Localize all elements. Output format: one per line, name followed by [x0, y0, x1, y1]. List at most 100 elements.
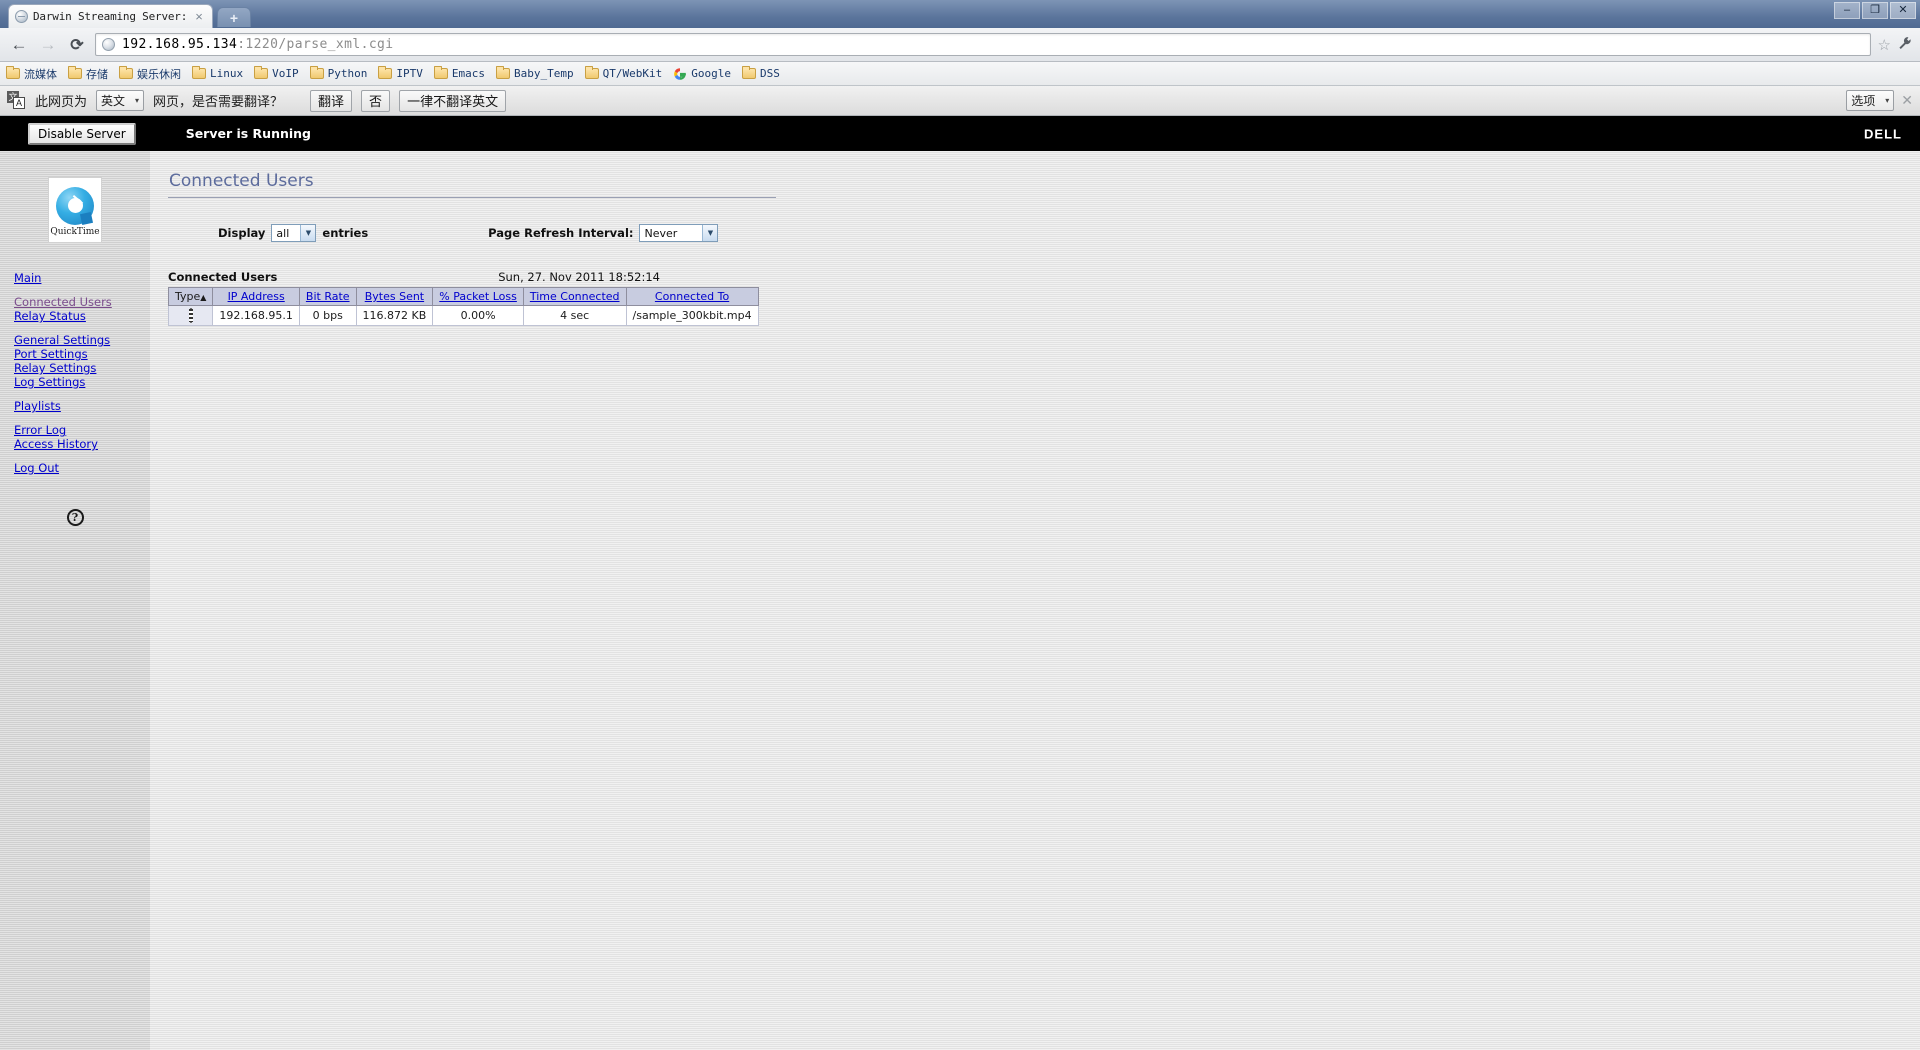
chevron-down-icon: ▼ [300, 225, 316, 241]
url-path: :1220/parse_xml.cgi [237, 37, 394, 52]
folder-icon [309, 66, 324, 79]
bookmark-item[interactable]: VoIP [254, 66, 299, 80]
sidebar-item-relay-settings[interactable]: Relay Settings [14, 361, 150, 375]
infobar-right-group: 选项 ▾ ✕ [1846, 90, 1913, 111]
sidebar: QuickTime Main Connected Users Relay Sta… [0, 151, 150, 1050]
translate-infobar: 文 A 此网页为 英文 ▾ 网页，是否需要翻译？ 翻译 否 一律不翻译英文 选项… [0, 86, 1920, 116]
bookmark-item[interactable]: Baby_Temp [496, 66, 574, 80]
bookmark-item[interactable]: 存储 [68, 66, 108, 82]
sidebar-item-log-out[interactable]: Log Out [14, 461, 150, 475]
sidebar-item-relay-status[interactable]: Relay Status [14, 309, 150, 323]
new-tab-button[interactable]: + [217, 7, 251, 27]
chevron-down-icon: ▾ [1885, 96, 1890, 105]
sidebar-item-connected-users[interactable]: Connected Users [14, 295, 150, 309]
sidebar-item-access-history[interactable]: Access History [14, 437, 150, 451]
sidebar-nav: Main Connected Users Relay Status Genera… [0, 271, 150, 475]
controls-row: Display all ▼ entries Page Refresh Inter… [218, 224, 1920, 242]
never-translate-button[interactable]: 一律不翻译英文 [399, 89, 507, 112]
bookmark-item[interactable]: DSS [741, 66, 780, 80]
refresh-interval-select[interactable]: Never ▼ [639, 224, 719, 242]
bookmark-item[interactable]: IPTV [378, 66, 423, 80]
quicktime-logo-text: QuickTime [50, 226, 100, 237]
address-bar-url: 192.168.95.134:1220/parse_xml.cgi [122, 37, 394, 52]
folder-icon [68, 66, 82, 79]
maximize-button[interactable]: ❐ [1862, 2, 1888, 19]
page-title: Connected Users [169, 171, 314, 191]
window-close-button[interactable]: ✕ [1890, 2, 1916, 19]
bookmark-label: 娱乐休闲 [137, 67, 181, 81]
cell-bit-rate: 0 bps [298, 305, 357, 326]
column-label: Type [175, 290, 201, 303]
sidebar-item-port-settings[interactable]: Port Settings [14, 347, 150, 361]
url-host: 192.168.95.134 [122, 37, 238, 52]
sidebar-item-error-log[interactable]: Error Log [14, 423, 150, 437]
folder-icon [192, 66, 206, 79]
column-header-bytes-sent[interactable]: Bytes Sent [355, 287, 434, 306]
bookmark-label: QT/WebKit [602, 67, 663, 80]
sidebar-item-playlists[interactable]: Playlists [14, 399, 150, 413]
bookmark-label: Linux [210, 67, 244, 80]
translate-prompt-after: 网页，是否需要翻译？ [153, 95, 284, 110]
column-header-packet-loss[interactable]: % Packet Loss [432, 287, 524, 306]
cell-type [167, 305, 214, 326]
decline-translate-button[interactable]: 否 [361, 89, 391, 112]
quicktime-q-icon [56, 186, 94, 225]
minimize-button[interactable]: – [1834, 2, 1860, 19]
translate-options-button[interactable]: 选项 ▾ [1846, 90, 1895, 111]
column-header-type[interactable]: Type▲ [167, 287, 214, 306]
table-row: 192.168.95.1 0 bps 116.872 KB 0.00% 4 se… [167, 305, 759, 326]
bookmark-item[interactable]: Python [309, 66, 367, 80]
reload-icon[interactable]: ⟳ [66, 34, 88, 56]
bookmark-item[interactable]: Linux [192, 66, 244, 80]
bookmark-item[interactable]: 流媒体 [6, 66, 57, 82]
table-header-row: Type▲ IP Address Bit Rate Bytes Sent % P… [167, 287, 759, 306]
window-controls: – ❐ ✕ [1834, 2, 1916, 19]
folder-icon [584, 66, 599, 79]
bookmark-label: Baby_Temp [514, 67, 574, 80]
column-header-time-connected[interactable]: Time Connected [522, 287, 627, 306]
film-icon [189, 308, 192, 323]
bookmark-star-icon[interactable]: ☆ [1878, 36, 1891, 54]
bookmark-item[interactable]: 娱乐休闲 [119, 66, 181, 82]
translate-prompt-before: 此网页为 [35, 95, 88, 110]
connected-users-block: Connected Users Sun, 27. Nov 2011 18:52:… [167, 270, 759, 326]
sidebar-item-log-settings[interactable]: Log Settings [14, 375, 150, 389]
google-icon [673, 67, 687, 81]
browser-window: Darwin Streaming Server: × + – ❐ ✕ ← → ⟳… [0, 0, 1920, 1050]
infobar-close-icon[interactable]: ✕ [1901, 92, 1913, 109]
column-header-connected-to[interactable]: Connected To [625, 287, 759, 306]
cell-packet-loss: 0.00% [432, 305, 524, 326]
cell-bytes-sent: 116.872 KB [355, 305, 434, 326]
close-icon[interactable]: × [192, 10, 206, 24]
display-entries-select[interactable]: all ▼ [271, 224, 317, 242]
source-language-select[interactable]: 英文 ▾ [96, 90, 145, 111]
column-header-bit-rate[interactable]: Bit Rate [298, 287, 357, 306]
sidebar-item-general-settings[interactable]: General Settings [14, 333, 150, 347]
chevron-down-icon: ▼ [702, 225, 718, 241]
folder-icon [119, 66, 133, 79]
bookmark-item[interactable]: QT/WebKit [584, 66, 663, 80]
bookmark-item[interactable]: Emacs [433, 66, 485, 80]
bookmark-label: IPTV [396, 67, 423, 80]
server-status-text: Server is Running [185, 126, 312, 141]
sort-ascending-icon: ▲ [200, 293, 207, 302]
help-icon[interactable]: ? [66, 509, 84, 526]
bookmark-label: VoIP [272, 67, 299, 80]
back-icon[interactable]: ← [8, 34, 30, 56]
column-header-ip-address[interactable]: IP Address [212, 287, 300, 306]
tab-darwin-streaming-server[interactable]: Darwin Streaming Server: × [8, 4, 213, 28]
wrench-menu-icon[interactable] [1898, 36, 1912, 54]
translate-icon-glyph-latin: A [13, 97, 25, 109]
address-bar[interactable]: 192.168.95.134:1220/parse_xml.cgi [95, 33, 1871, 56]
bookmark-item[interactable]: Google [673, 67, 731, 81]
translate-options-label: 选项 [1851, 94, 1876, 108]
forward-icon[interactable]: → [37, 34, 59, 56]
bookmark-label: Google [691, 67, 731, 80]
sidebar-item-main[interactable]: Main [14, 271, 150, 285]
translate-button[interactable]: 翻译 [310, 89, 353, 112]
bookmark-label: 流媒体 [24, 67, 57, 81]
disable-server-button[interactable]: Disable Server [28, 122, 136, 145]
cell-connected-to: /sample_300kbit.mp4 [625, 305, 759, 326]
folder-icon [6, 66, 20, 79]
source-language-value: 英文 [101, 94, 126, 108]
